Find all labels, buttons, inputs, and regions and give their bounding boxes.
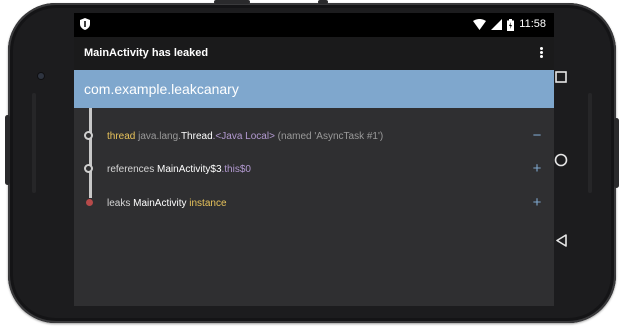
leak-node — [86, 199, 93, 206]
expand-button[interactable]: + — [530, 160, 544, 177]
power-button — [614, 118, 619, 188]
trace-package: java.lang. — [135, 131, 181, 142]
status-bar: 11:58 — [74, 13, 554, 37]
trace-field: .<Java Local> — [212, 131, 275, 142]
trace-detail: (named 'AsyncTask #1') — [274, 131, 384, 142]
trace-node — [84, 131, 93, 140]
leak-trace-list: thread java.lang.Thread.<Java Local> (na… — [74, 108, 554, 306]
screen: 11:58 MainActivity has leaked com.exampl… — [74, 13, 554, 306]
action-bar-title: MainActivity has leaked — [84, 47, 209, 59]
trace-keyword: leaks — [107, 198, 134, 209]
top-button-right — [318, 0, 328, 4]
front-camera — [38, 73, 44, 79]
trace-instance: instance — [186, 198, 227, 209]
trace-field: .this$0 — [221, 164, 251, 175]
shield-icon — [80, 18, 90, 30]
speaker-grille — [32, 93, 36, 193]
leak-header: com.example.leakcanary — [74, 70, 554, 108]
trace-row-thread[interactable]: thread java.lang.Thread.<Java Local> (na… — [74, 121, 554, 151]
trace-row-text: references MainActivity$3.this$0 — [107, 164, 251, 175]
trace-class: MainActivity$3 — [157, 164, 222, 175]
trace-node — [84, 164, 93, 173]
signal-icon — [491, 19, 503, 30]
wifi-icon — [473, 19, 487, 30]
home-icon[interactable] — [554, 153, 568, 167]
trace-keyword: references — [107, 164, 158, 175]
speaker-grille-right — [588, 93, 592, 193]
package-name: com.example.leakcanary — [84, 81, 239, 97]
trace-row-leaks[interactable]: leaks MainActivity instance + — [74, 188, 554, 218]
phone-frame: 11:58 MainActivity has leaked com.exampl… — [5, 0, 619, 323]
top-button — [214, 0, 250, 4]
trace-class: Thread — [180, 131, 213, 142]
trace-keyword: thread — [107, 131, 136, 142]
trace-row-text: thread java.lang.Thread.<Java Local> (na… — [107, 131, 383, 142]
volume-button — [5, 115, 10, 185]
trace-row-references[interactable]: references MainActivity$3.this$0 + — [74, 154, 554, 184]
overflow-menu-icon[interactable] — [538, 46, 544, 60]
action-bar: MainActivity has leaked — [74, 37, 554, 70]
battery-charging-icon — [507, 18, 515, 31]
trace-row-text: leaks MainActivity instance — [107, 198, 227, 209]
recents-icon[interactable] — [555, 71, 567, 83]
expand-button[interactable]: + — [530, 194, 544, 211]
status-time: 11:58 — [519, 18, 546, 30]
trace-class: MainActivity — [133, 198, 187, 209]
collapse-button[interactable]: − — [530, 127, 544, 144]
back-icon[interactable] — [555, 234, 568, 247]
